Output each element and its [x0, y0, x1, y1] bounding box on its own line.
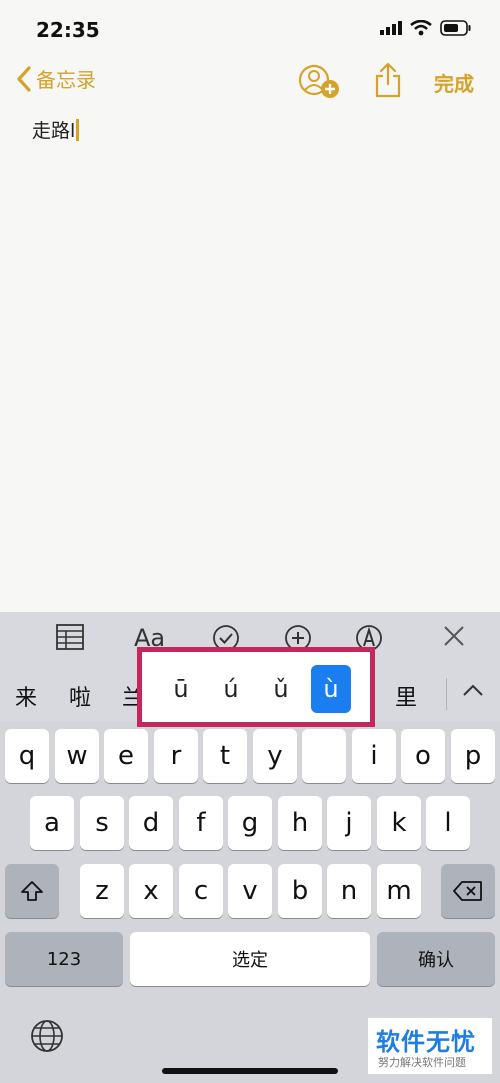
- key-a[interactable]: a: [30, 796, 74, 850]
- status-icons: [380, 20, 472, 36]
- watermark-subtitle: 努力解决软件问题: [378, 1056, 466, 1069]
- back-label: 备忘录: [36, 68, 96, 92]
- table-button[interactable]: [56, 624, 84, 655]
- key-d[interactable]: d: [129, 796, 173, 850]
- note-text-area[interactable]: 走路l: [32, 116, 80, 143]
- watermark: 软件无忧 努力解决软件问题: [368, 1018, 492, 1074]
- shift-icon: [21, 881, 43, 901]
- accent-option-grave[interactable]: ù: [311, 665, 351, 713]
- key-r[interactable]: r: [154, 729, 198, 783]
- candidate-4[interactable]: 里: [395, 680, 417, 712]
- candidate-2[interactable]: 啦: [69, 680, 91, 712]
- share-button[interactable]: [374, 62, 402, 103]
- candidate-1[interactable]: 来: [15, 680, 37, 712]
- key-n[interactable]: n: [327, 864, 371, 918]
- delete-key[interactable]: [441, 864, 495, 918]
- accent-option-acute[interactable]: ú: [211, 669, 251, 709]
- key-y[interactable]: y: [253, 729, 297, 783]
- wifi-icon: [410, 20, 432, 36]
- watermark-title: 软件无忧: [376, 1028, 476, 1056]
- confirm-key[interactable]: 确认: [377, 932, 495, 986]
- battery-icon: [440, 20, 471, 36]
- accent-popup: ū ú ǔ ù: [137, 647, 375, 727]
- add-person-icon: [298, 64, 339, 98]
- globe-icon: [31, 1020, 63, 1052]
- key-b[interactable]: b: [278, 864, 322, 918]
- key-z[interactable]: z: [80, 864, 124, 918]
- note-text: 走路l: [32, 120, 76, 142]
- done-button[interactable]: 完成: [434, 68, 474, 97]
- accent-options: ū ú ǔ ù: [149, 659, 363, 715]
- key-w[interactable]: w: [55, 729, 99, 783]
- text-caret: [76, 118, 80, 141]
- key-q[interactable]: q: [5, 729, 49, 783]
- key-c[interactable]: c: [179, 864, 223, 918]
- table-icon: [56, 624, 84, 650]
- chevron-up-icon: [463, 684, 483, 696]
- close-toolbar-button[interactable]: [442, 624, 466, 653]
- key-l[interactable]: l: [426, 796, 470, 850]
- close-icon: [444, 626, 464, 646]
- key-t[interactable]: t: [203, 729, 247, 783]
- key-s[interactable]: s: [80, 796, 124, 850]
- key-e[interactable]: e: [104, 729, 148, 783]
- key-i[interactable]: i: [352, 729, 396, 783]
- globe-button[interactable]: [30, 1019, 64, 1058]
- key-v[interactable]: v: [228, 864, 272, 918]
- key-x[interactable]: x: [129, 864, 173, 918]
- key-k[interactable]: k: [377, 796, 421, 850]
- key-o[interactable]: o: [401, 729, 445, 783]
- candidate-divider: [446, 678, 447, 710]
- back-button[interactable]: 备忘录: [16, 64, 96, 93]
- chevron-left-icon: [17, 65, 31, 92]
- status-bar: 22:35: [0, 0, 500, 56]
- shift-key[interactable]: [5, 864, 59, 918]
- numbers-key[interactable]: 123: [5, 932, 123, 986]
- key-h[interactable]: h: [278, 796, 322, 850]
- key-j[interactable]: j: [327, 796, 371, 850]
- key-f[interactable]: f: [179, 796, 223, 850]
- accent-option-macron[interactable]: ū: [161, 669, 201, 709]
- backspace-icon: [453, 881, 482, 901]
- key-p[interactable]: p: [451, 729, 495, 783]
- signal-icon: [380, 21, 402, 35]
- key-m[interactable]: m: [377, 864, 421, 918]
- add-people-button[interactable]: [298, 62, 342, 105]
- space-key[interactable]: 选定: [130, 932, 370, 986]
- accent-option-caron[interactable]: ǔ: [261, 669, 301, 709]
- status-time: 22:35: [36, 18, 100, 42]
- key-u[interactable]: [302, 729, 346, 783]
- expand-candidates-button[interactable]: [462, 682, 484, 703]
- home-indicator: [162, 1068, 338, 1074]
- key-g[interactable]: g: [228, 796, 272, 850]
- share-icon: [375, 62, 401, 98]
- nav-bar: 备忘录 完成: [0, 56, 500, 106]
